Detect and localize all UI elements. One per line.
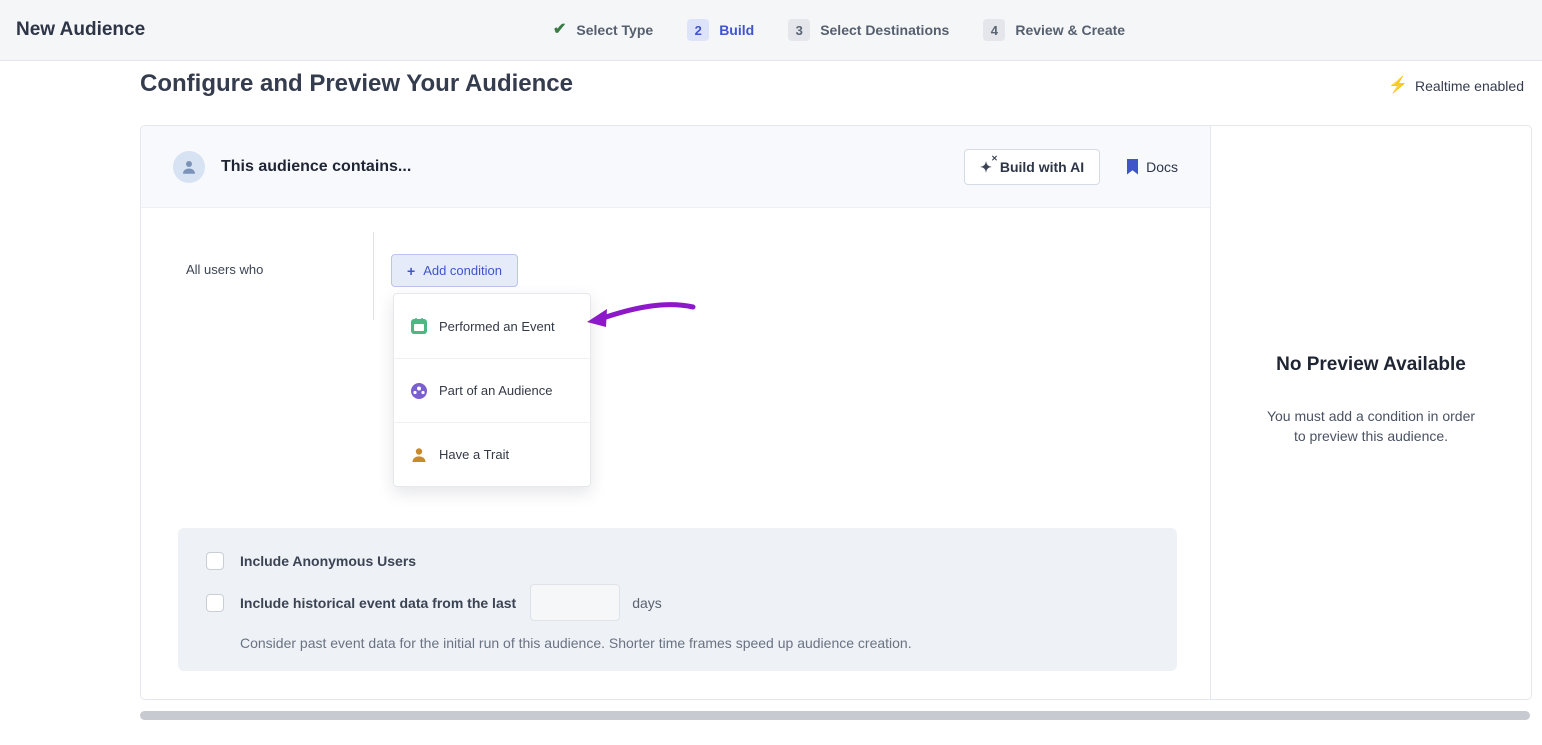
realtime-badge: ⚡ Realtime enabled [1388,77,1524,95]
historical-days-input[interactable] [530,584,621,621]
preview-title: No Preview Available [1276,354,1466,375]
header-actions: ✦ ✕ Build with AI Docs [964,148,1178,185]
builder-body: All users who + Add condition Performed … [141,208,1210,699]
top-bar: New Audience ✔ Select Type 2 Build 3 Sel… [0,0,1542,61]
build-with-ai-label: Build with AI [999,158,1085,175]
days-label: days [632,594,662,611]
menu-item-label: Performed an Event [439,318,555,334]
historical-helper-text: Consider past event data for the initial… [240,635,912,651]
wizard-stepper: ✔ Select Type 2 Build 3 Select Destinati… [553,0,1125,60]
trait-person-icon [412,447,426,462]
add-condition-label: Add condition [423,263,502,278]
builder-column: This audience contains... ✦ ✕ Build with … [141,126,1210,699]
step-select-destinations[interactable]: 3 Select Destinations [788,19,949,41]
condition-divider [373,232,374,320]
plus-icon: + [407,262,416,279]
docs-link[interactable]: Docs [1126,158,1178,175]
condition-type-menu: Performed an Event Part of an Audience H… [393,293,591,487]
menu-item-label: Have a Trait [439,447,510,462]
page-title: Configure and Preview Your Audience [140,70,573,97]
anonymous-users-row: Include Anonymous Users [206,552,1149,570]
audience-icon [411,382,427,399]
menu-item-part-of-audience[interactable]: Part of an Audience [394,358,590,422]
realtime-label: Realtime enabled [1415,78,1524,94]
include-historical-label: Include historical event data from the l… [240,594,517,611]
step-label: Review & Create [1015,22,1126,38]
event-calendar-icon [411,318,427,334]
build-with-ai-button[interactable]: ✦ ✕ Build with AI [964,148,1101,185]
all-users-label: All users who [186,262,264,277]
menu-item-performed-event[interactable]: Performed an Event [394,294,590,358]
historical-data-row: Include historical event data from the l… [206,584,1149,621]
add-condition-button[interactable]: + Add condition [391,254,518,287]
builder-header: This audience contains... ✦ ✕ Build with … [141,126,1210,208]
step-number: 4 [983,19,1006,41]
step-label: Select Destinations [820,22,950,38]
window-title: New Audience [16,19,146,40]
menu-item-label: Part of an Audience [439,383,553,398]
include-anonymous-checkbox[interactable] [206,552,224,570]
options-panel: Include Anonymous Users Include historic… [178,528,1177,671]
step-select-type[interactable]: ✔ Select Type [553,21,654,39]
check-icon: ✔ [553,21,567,38]
step-label: Build [719,22,755,38]
step-label: Select Type [576,22,654,38]
horizontal-scrollbar[interactable] [140,711,1530,720]
annotation-arrow [587,302,696,327]
preview-message: You must add a condition in order to pre… [1266,408,1476,444]
audience-avatar-icon [173,150,205,183]
preview-panel: No Preview Available You must add a cond… [1210,126,1531,699]
include-anonymous-label: Include Anonymous Users [240,553,417,569]
step-number: 2 [687,19,710,41]
step-number: 3 [788,19,811,41]
lightning-icon: ⚡ [1388,77,1409,94]
menu-item-have-a-trait[interactable]: Have a Trait [394,422,590,486]
docs-label: Docs [1146,158,1178,175]
step-build[interactable]: 2 Build [687,19,754,41]
sparkle-ai-icon: ✦ ✕ [980,153,998,175]
audience-builder-card: This audience contains... ✦ ✕ Build with … [140,125,1532,700]
builder-title: This audience contains... [221,157,412,175]
bookmark-icon [1127,158,1139,174]
step-review-create[interactable]: 4 Review & Create [983,19,1125,41]
include-historical-checkbox[interactable] [206,593,224,612]
